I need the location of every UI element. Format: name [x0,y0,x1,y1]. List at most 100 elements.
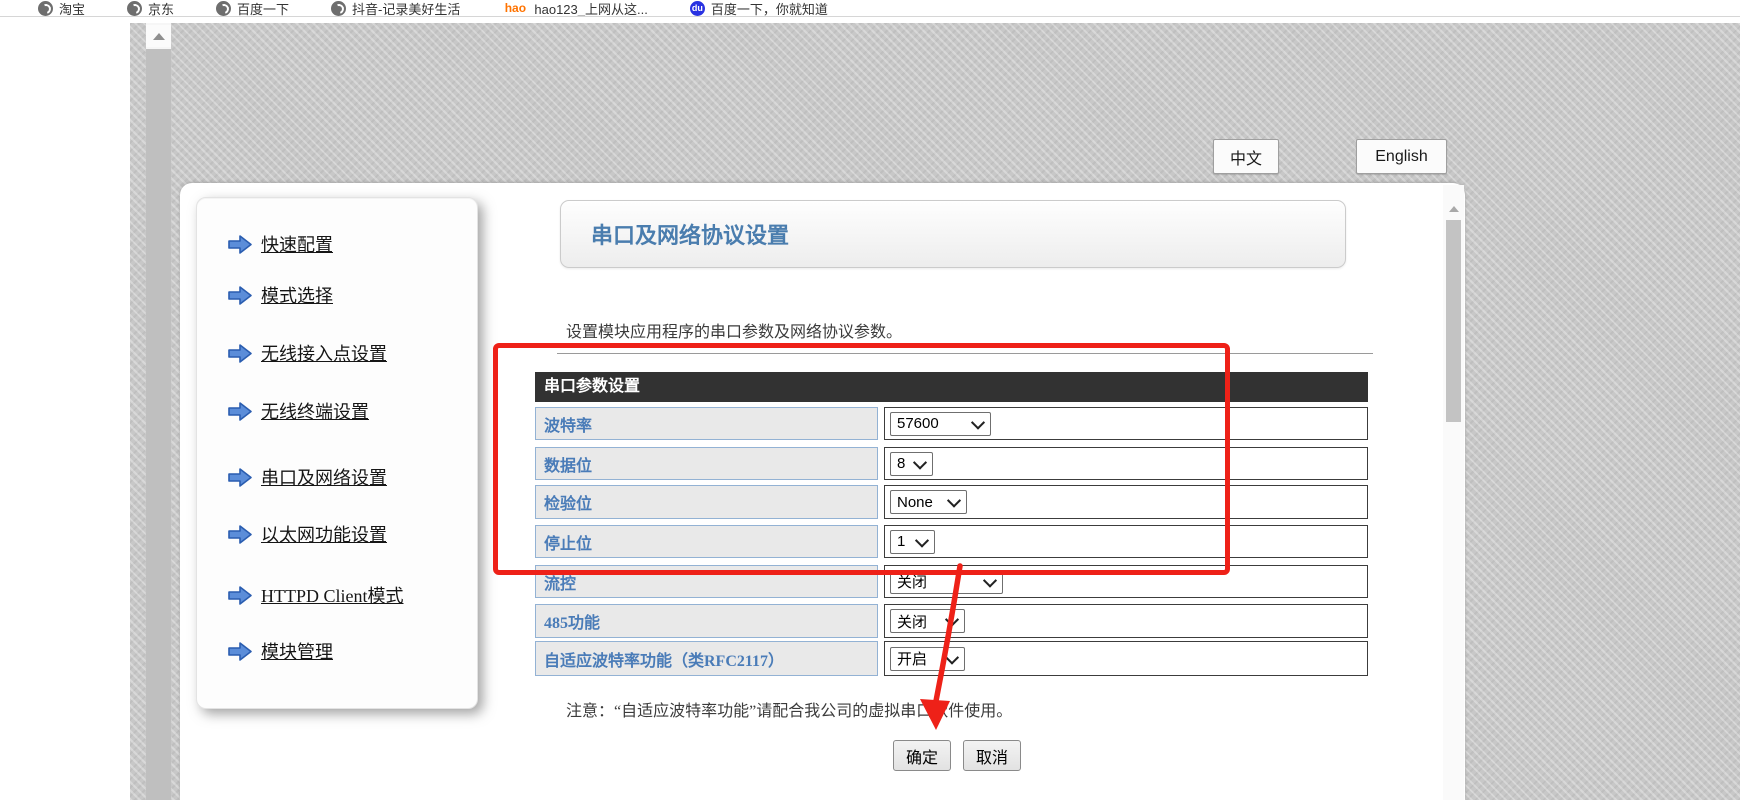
chevron-down-icon [971,415,985,429]
row-label: 停止位 [535,525,878,558]
language-chinese-button[interactable]: 中文 [1213,139,1279,174]
blue-arrow-icon [227,401,253,422]
sidebar-item-wireless-ap[interactable]: 无线接入点设置 [227,340,387,366]
bookmark-item[interactable]: 京东 [127,0,174,17]
select-value: 开启 [897,648,927,669]
scroll-up-button[interactable] [146,25,171,47]
page-title-panel: 串口及网络协议设置 [560,200,1346,268]
sidebar-item-label: 无线终端设置 [261,398,369,424]
bookmark-label: 抖音-记录美好生活 [352,0,460,17]
row-label: 485功能 [535,604,878,638]
table-row-baudrate: 波特率 57600 [535,407,1368,440]
flowctrl-select[interactable]: 关闭 [890,570,1003,594]
rs485-select[interactable]: 关闭 [890,609,965,633]
table-row-stopbits: 停止位 1 [535,525,1368,558]
sidebar-item-quick-config[interactable]: 快速配置 [227,231,333,257]
select-value: 关闭 [897,611,927,632]
row-label: 流控 [535,565,878,598]
left-scrollbar[interactable] [146,23,171,800]
select-value: 57600 [897,415,939,432]
scroll-up-button[interactable] [1443,200,1464,218]
row-label: 检验位 [535,485,878,519]
bookmark-favicon [38,1,53,16]
sidebar-item-mode-select[interactable]: 模式选择 [227,282,333,308]
chevron-down-icon [983,573,997,587]
chevron-down-icon [945,613,959,627]
sidebar-nav: 快速配置 模式选择 无线接入点设置 无线终端设置 串口及网络设置 以太网功能设置… [196,197,478,709]
table-row-adaptive-baud: 自适应波特率功能（类RFC2117） 开启 [535,641,1368,676]
stopbits-select[interactable]: 1 [890,530,935,554]
bookmark-favicon [127,1,142,16]
table-header: 串口参数设置 [535,372,1368,402]
row-label: 波特率 [535,407,878,440]
sidebar-item-label: HTTPD Client模式 [261,582,404,608]
chevron-down-icon [913,455,927,469]
bookmark-label: 京东 [148,0,174,17]
chevron-down-icon [947,494,961,508]
select-value: None [897,494,933,511]
bookmark-item[interactable]: 淘宝 [38,0,85,17]
bookmark-label: 百度一下 [237,0,289,17]
sidebar-item-module-manage[interactable]: 模块管理 [227,638,333,664]
row-value-cell: 1 [884,525,1368,558]
row-value-cell: None [884,485,1368,519]
table-row-parity: 检验位 None [535,485,1368,519]
bookmark-favicon [216,1,231,16]
ok-button[interactable]: 确定 [893,740,951,771]
sidebar-item-label: 模式选择 [261,282,333,308]
chevron-down-icon [915,533,929,547]
blue-arrow-icon [227,234,253,255]
sidebar-item-label: 串口及网络设置 [261,464,387,490]
language-english-button[interactable]: English [1356,139,1447,174]
bookmark-item[interactable]: hao123_上网从这... [502,0,647,17]
row-label: 数据位 [535,447,878,480]
blue-arrow-icon [227,343,253,364]
page-title: 串口及网络协议设置 [591,218,789,250]
sidebar-item-httpd-client[interactable]: HTTPD Client模式 [227,582,404,608]
table-row-485: 485功能 关闭 [535,604,1368,638]
sidebar-item-serial-network[interactable]: 串口及网络设置 [227,464,387,490]
select-value: 关闭 [897,571,927,592]
parity-select[interactable]: None [890,490,967,514]
row-label: 自适应波特率功能（类RFC2117） [535,641,878,676]
bookmark-item[interactable]: 抖音-记录美好生活 [331,0,460,17]
sidebar-item-label: 以太网功能设置 [261,521,387,547]
bookmark-item[interactable]: 百度一下 [216,0,289,17]
sidebar-item-label: 无线接入点设置 [261,340,387,366]
select-value: 1 [897,533,905,550]
sidebar-item-wireless-sta[interactable]: 无线终端设置 [227,398,369,424]
scrollbar-thumb[interactable] [146,49,171,800]
table-row-databits: 数据位 8 [535,447,1368,480]
databits-select[interactable]: 8 [890,452,933,476]
bookmark-label: 百度一下，你就知道 [711,0,828,17]
baudrate-select[interactable]: 57600 [890,412,991,436]
scrollbar-thumb[interactable] [1446,220,1461,422]
row-value-cell: 关闭 [884,565,1368,598]
select-value: 8 [897,455,905,472]
bookmark-label: hao123_上网从这... [534,0,647,17]
bookmark-favicon [331,1,346,16]
page-description: 设置模块应用程序的串口参数及网络协议参数。 [566,318,902,342]
row-value-cell: 开启 [884,641,1368,676]
blue-arrow-icon [227,467,253,488]
bookmark-label: 淘宝 [59,0,85,17]
cancel-button[interactable]: 取消 [963,740,1021,771]
row-value-cell: 57600 [884,407,1368,440]
sidebar-item-ethernet[interactable]: 以太网功能设置 [227,521,387,547]
adaptive-baud-select[interactable]: 开启 [890,647,965,671]
screen: 淘宝 京东 百度一下 抖音-记录美好生活 hao123_上网从这... 百度一下… [0,0,1740,800]
blue-arrow-icon [227,524,253,545]
blue-arrow-icon [227,641,253,662]
row-value-cell: 8 [884,447,1368,480]
baidu-favicon [690,1,705,16]
sidebar-item-label: 快速配置 [261,231,333,257]
bookmark-item[interactable]: 百度一下，你就知道 [690,0,828,17]
chevron-down-icon [945,650,959,664]
blue-arrow-icon [227,285,253,306]
serial-param-table: 串口参数设置 波特率 57600 数据位 8 检验位 [535,372,1368,676]
row-value-cell: 关闭 [884,604,1368,638]
bookmarks-bar: 淘宝 京东 百度一下 抖音-记录美好生活 hao123_上网从这... 百度一下… [0,0,1740,17]
panel-scrollbar[interactable] [1443,185,1464,800]
table-row-flowctrl: 流控 关闭 [535,565,1368,598]
divider [557,353,1373,355]
